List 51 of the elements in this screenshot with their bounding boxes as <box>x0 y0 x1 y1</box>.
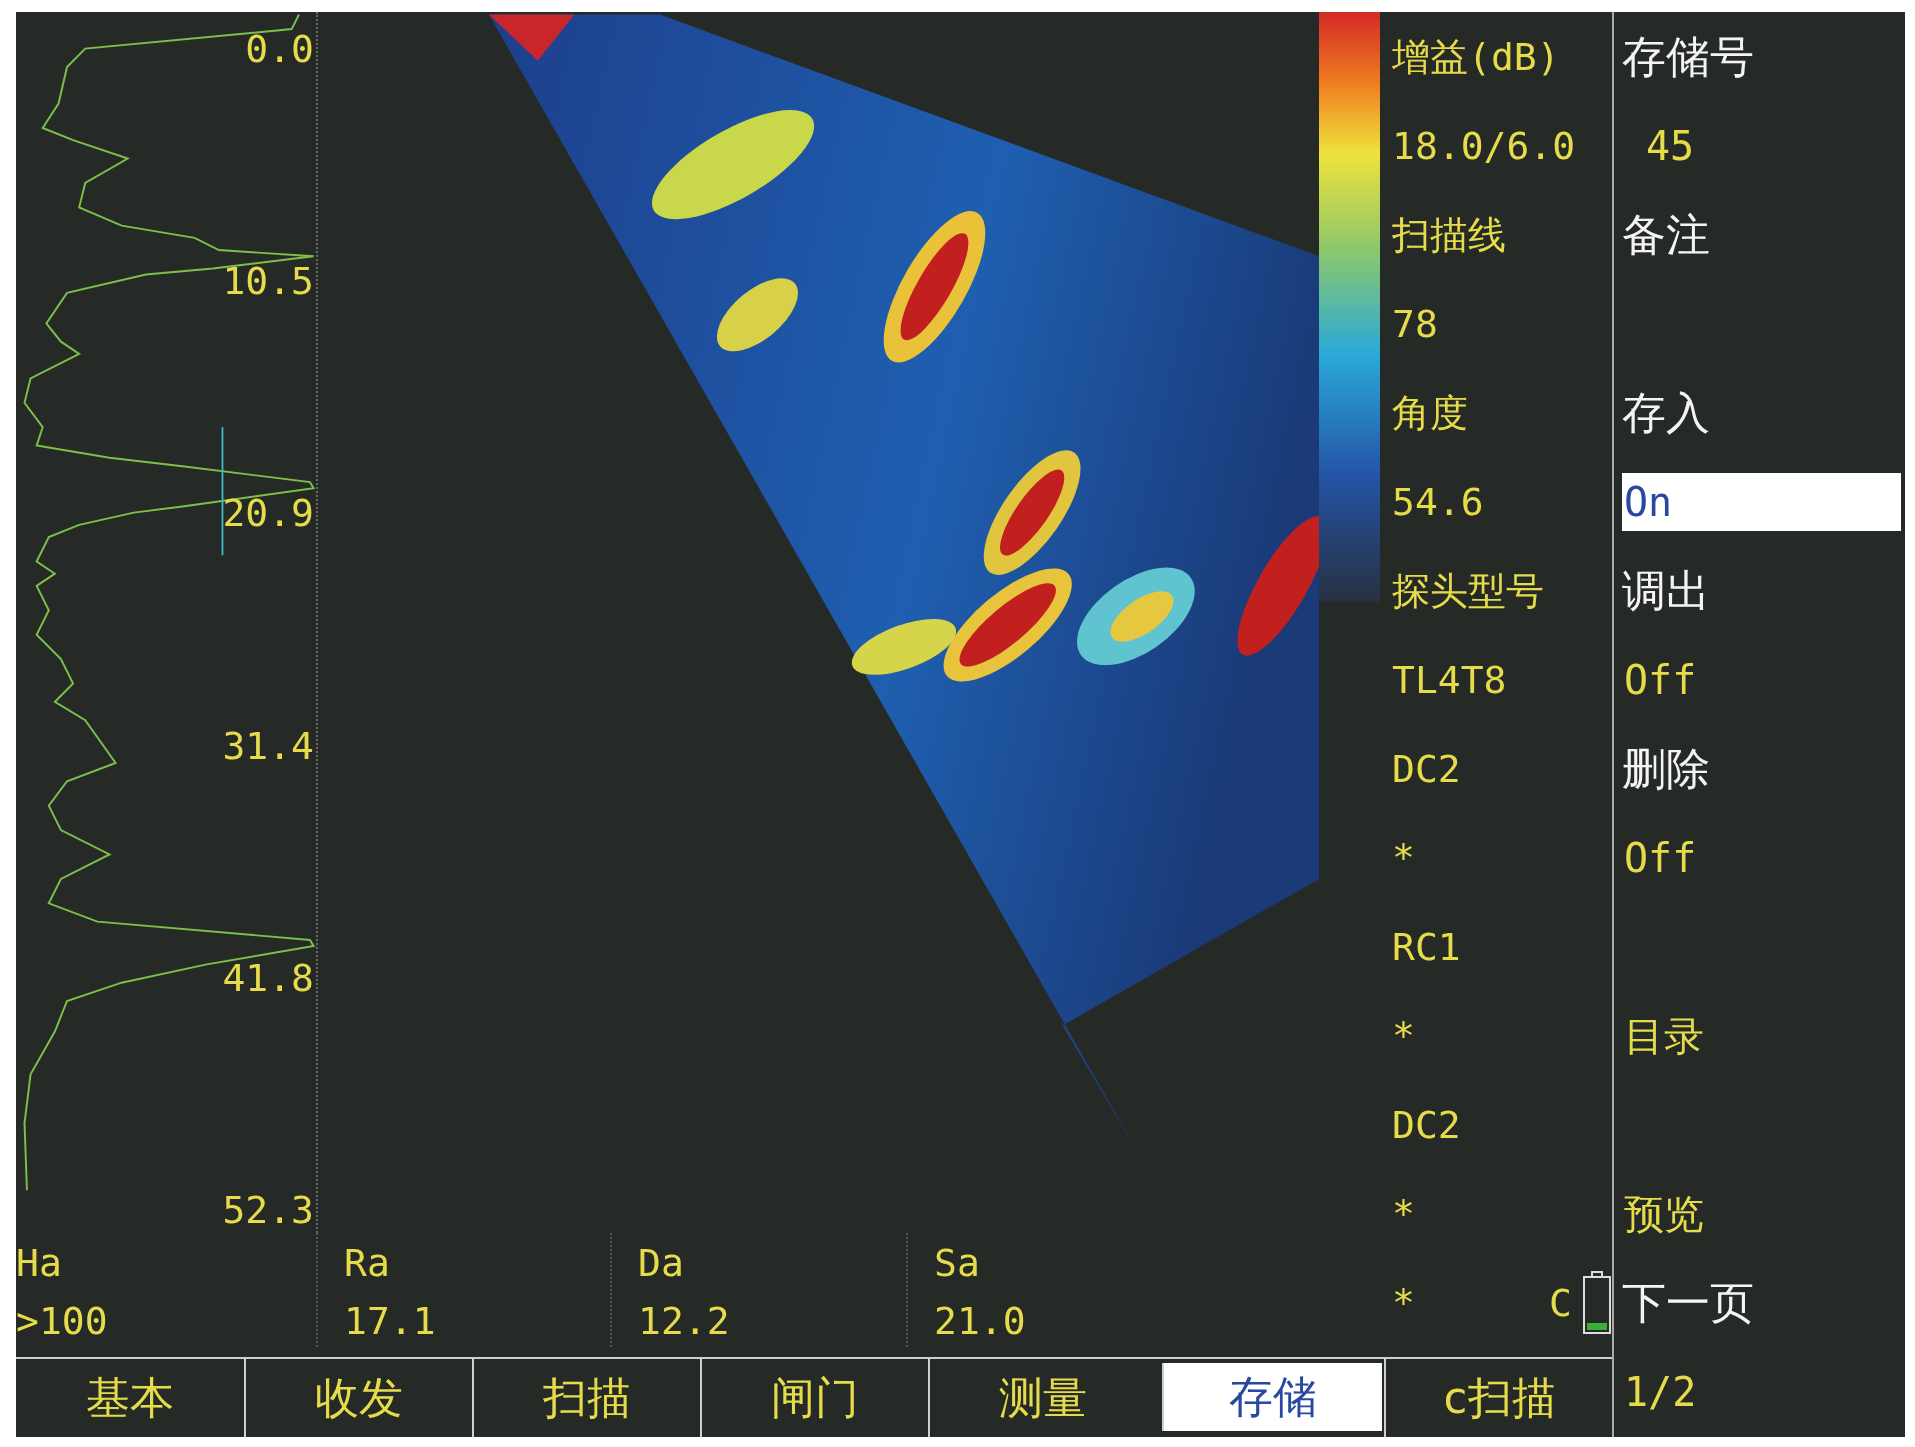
parameter-text: * <box>1392 1280 1415 1325</box>
depth-label: 0.0 <box>245 26 314 72</box>
menu-label[interactable]: 调出 <box>1622 564 1901 617</box>
menu-tab[interactable]: c扫描 <box>1384 1359 1612 1437</box>
readout-label: Ha <box>16 1241 63 1285</box>
parameter-text: * <box>1392 835 1415 880</box>
menu-tab[interactable]: 存储 <box>1162 1363 1382 1431</box>
parameter-text: 54.6 <box>1392 479 1484 524</box>
parameter-text: DC2 <box>1392 746 1461 791</box>
readout-value: 21.0 <box>934 1299 1027 1343</box>
parameter-text: TL4T8 <box>1392 657 1507 702</box>
depth-label: 10.5 <box>222 258 314 305</box>
menu-value[interactable]: Off <box>1622 828 1901 887</box>
menu-label[interactable]: 备注 <box>1622 208 1901 261</box>
menu-value[interactable]: 45 <box>1622 116 1901 175</box>
channel-label: C <box>1549 1280 1572 1325</box>
menu-tab[interactable]: 扫描 <box>472 1359 700 1437</box>
readout-label: Da <box>638 1241 685 1285</box>
parameter-text: 18.0/6.0 <box>1392 123 1576 168</box>
parameter-text: 78 <box>1392 301 1438 346</box>
readout-value: 17.1 <box>344 1299 437 1343</box>
readout-value: 12.2 <box>638 1299 731 1343</box>
menu-value[interactable]: 预览 <box>1622 1184 1901 1243</box>
parameter-text: 角度 <box>1392 390 1468 435</box>
parameter-text: RC1 <box>1392 924 1461 969</box>
menu-value[interactable]: 1/2 <box>1622 1362 1901 1421</box>
parameter-text: * <box>1392 1191 1415 1236</box>
parameter-text: * <box>1392 1013 1415 1058</box>
parameter-text: 扫描线 <box>1392 212 1506 257</box>
readout-label: Ra <box>344 1241 391 1285</box>
menu-label[interactable]: 存储号 <box>1622 30 1901 83</box>
parameter-text: 探头型号 <box>1392 568 1544 613</box>
readout-value: >100 <box>16 1299 109 1343</box>
menu-tab[interactable]: 闸门 <box>700 1359 928 1437</box>
depth-label: 41.8 <box>222 954 314 1001</box>
menu-label[interactable]: 删除 <box>1622 742 1901 795</box>
depth-label: 20.9 <box>222 490 314 537</box>
menu-tab[interactable]: 收发 <box>244 1359 472 1437</box>
depth-label: 31.4 <box>222 722 314 769</box>
menu-label[interactable]: 存入 <box>1622 386 1901 439</box>
menu-tab[interactable]: 测量 <box>928 1359 1156 1437</box>
readout-label: Sa <box>934 1241 981 1285</box>
menu-value[interactable]: Off <box>1622 650 1901 709</box>
parameter-text: DC2 <box>1392 1102 1461 1147</box>
parameter-text: 增益(dB) <box>1392 34 1560 79</box>
menu-value[interactable]: On <box>1622 472 1901 531</box>
menu-tab[interactable]: 基本 <box>16 1359 244 1437</box>
depth-label: 52.3 <box>222 1186 314 1233</box>
menu-label[interactable]: 下一页 <box>1622 1276 1901 1329</box>
menu-value[interactable]: 目录 <box>1622 1006 1901 1065</box>
battery-icon <box>1582 1270 1612 1335</box>
